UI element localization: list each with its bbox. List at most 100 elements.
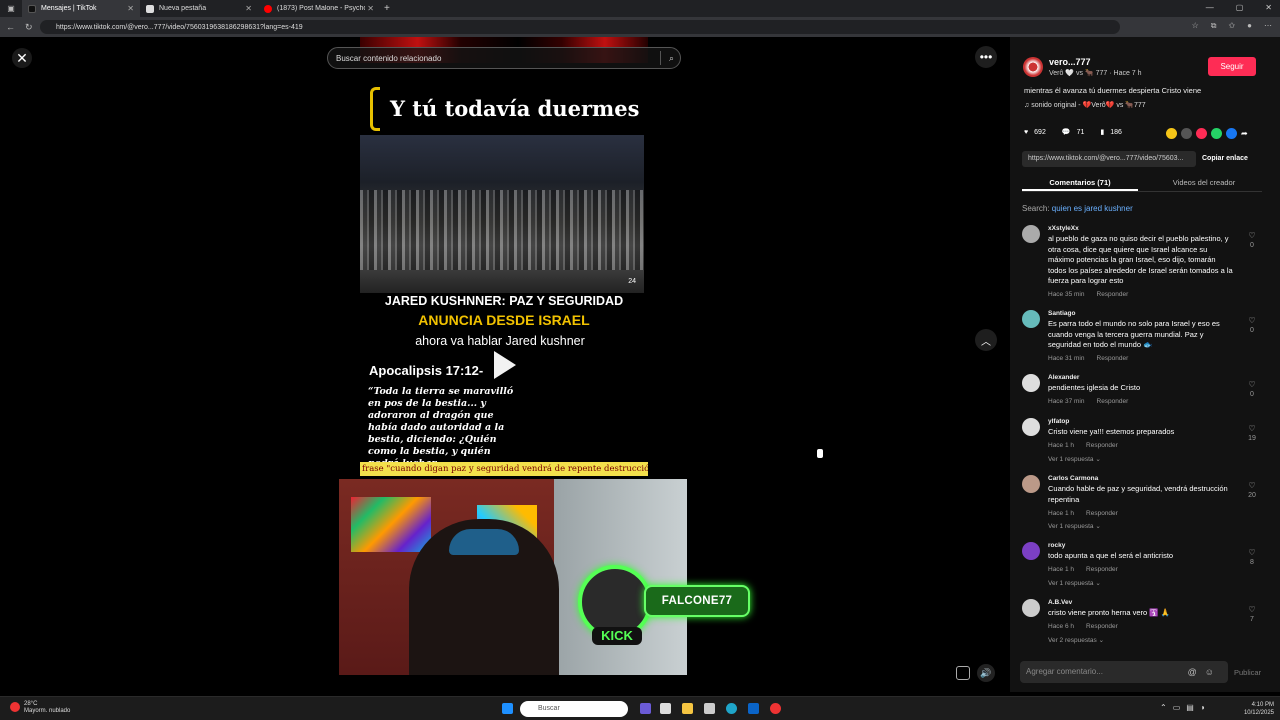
view-replies-button[interactable]: Ver 1 respuesta ⌄: [1048, 522, 1101, 530]
facebook-icon[interactable]: [1226, 128, 1237, 139]
reload-icon[interactable]: ↻: [25, 22, 33, 33]
reply-button[interactable]: Responder: [1097, 355, 1129, 362]
browser-tab-new[interactable]: Nueva pestaña ✕: [140, 0, 258, 17]
follow-button[interactable]: Seguir: [1208, 57, 1256, 76]
minimize-icon[interactable]: —: [1206, 3, 1214, 12]
store-icon[interactable]: [704, 703, 715, 714]
close-tab-icon[interactable]: ✕: [127, 4, 134, 13]
volume-button[interactable]: 🔊: [977, 664, 995, 682]
close-icon: ✕: [16, 49, 28, 66]
reply-button[interactable]: Responder: [1086, 566, 1118, 573]
previous-video-button[interactable]: ︿: [975, 329, 997, 351]
whatsapp-icon[interactable]: [1211, 128, 1222, 139]
reply-button[interactable]: Responder: [1086, 623, 1118, 630]
teams-icon[interactable]: [640, 703, 651, 714]
close-tab-icon[interactable]: ✕: [245, 4, 252, 13]
close-window-icon[interactable]: ✕: [1265, 3, 1272, 12]
share-arrow-icon[interactable]: ➦: [1241, 128, 1252, 139]
view-replies-button[interactable]: Ver 2 respuestas ⌄: [1048, 636, 1104, 644]
system-tray[interactable]: ⌃▭▤◑: [1160, 703, 1211, 712]
star-icon[interactable]: ☆: [1192, 21, 1199, 31]
favorites-icon[interactable]: ✩: [1228, 21, 1235, 31]
play-icon[interactable]: [494, 351, 516, 379]
avatar[interactable]: [1022, 599, 1040, 617]
comment-input[interactable]: Agregar comentario... @☺: [1020, 661, 1228, 683]
heart-icon[interactable]: ♡: [1246, 548, 1258, 557]
view-replies-button[interactable]: Ver 1 respuesta ⌄: [1048, 455, 1101, 463]
browser-tab-youtube[interactable]: (1873) Post Malone - Psycho (Of... ✕: [258, 0, 380, 17]
app-icon[interactable]: [660, 703, 671, 714]
new-tab-button[interactable]: +: [384, 3, 390, 14]
avatar[interactable]: [1022, 542, 1040, 560]
view-replies-button[interactable]: Ver 1 respuesta ⌄: [1048, 579, 1101, 587]
outlook-icon[interactable]: [748, 703, 759, 714]
avatar[interactable]: [1022, 310, 1040, 328]
reply-button[interactable]: Responder: [1097, 398, 1129, 405]
video-description: mientras él avanza tú duermes despierta …: [1024, 86, 1202, 95]
browser-menu-icon[interactable]: ▣: [0, 0, 22, 17]
comment-user[interactable]: Carlos Carmona: [1048, 475, 1098, 482]
tab-comments[interactable]: Comentarios (71): [1022, 178, 1138, 191]
extensions-icon[interactable]: ⧉: [1211, 21, 1217, 31]
comment-user[interactable]: Santiago: [1048, 310, 1075, 317]
close-video-button[interactable]: ✕: [12, 48, 32, 68]
comment-user[interactable]: ylfatop: [1048, 418, 1069, 425]
chrome-icon[interactable]: [770, 703, 781, 714]
back-icon[interactable]: ←: [6, 22, 15, 32]
heart-icon[interactable]: ♡: [1246, 605, 1258, 614]
heart-icon[interactable]: ♡: [1246, 316, 1258, 325]
send-icon[interactable]: [1196, 128, 1207, 139]
like-stat[interactable]: ♥ 692: [1024, 129, 1046, 136]
search-suggestion[interactable]: Search: quien es jared kushner: [1022, 204, 1133, 213]
comment-user[interactable]: A.B.Vev: [1048, 599, 1072, 606]
heart-icon[interactable]: ♡: [1246, 231, 1258, 240]
edge-icon[interactable]: [726, 703, 737, 714]
search-icon[interactable]: ⌕: [660, 51, 674, 65]
coin-icon[interactable]: [1166, 128, 1177, 139]
heart-icon[interactable]: ♡: [1246, 380, 1258, 389]
heart-icon[interactable]: ♡: [1246, 481, 1258, 490]
avatar[interactable]: [1022, 475, 1040, 493]
publish-button[interactable]: Publicar: [1234, 668, 1261, 677]
author-name[interactable]: vero...777: [1049, 57, 1091, 67]
ellipsis-icon: •••: [979, 50, 993, 64]
maximize-icon[interactable]: ▢: [1236, 3, 1244, 12]
sound-link[interactable]: ♫ sonido original - 💔Verô💔 vs 🐂777: [1024, 101, 1146, 109]
video-frame[interactable]: Y tú todavía duermes 24 JARED KUSHNNER: …: [360, 37, 648, 482]
reply-button[interactable]: Responder: [1086, 442, 1118, 449]
pip-icon[interactable]: [956, 666, 970, 680]
folder-icon[interactable]: [682, 703, 693, 714]
start-icon[interactable]: [502, 703, 513, 714]
comment-item: ylfatop Cristo viene ya!!! estemos prepa…: [1022, 418, 1260, 468]
more-options-button[interactable]: •••: [975, 46, 997, 68]
reply-button[interactable]: Responder: [1097, 291, 1129, 298]
mention-emoji-icons[interactable]: @☺: [1188, 661, 1222, 683]
related-search-bar[interactable]: Buscar contenido relacionado ⌕: [327, 47, 681, 69]
close-tab-icon[interactable]: ✕: [367, 4, 374, 13]
profile-icon[interactable]: ●: [1247, 21, 1252, 31]
comment-stat[interactable]: 💬 71: [1062, 128, 1085, 137]
comment-likes: 0: [1250, 327, 1254, 334]
video-link-field[interactable]: https://www.tiktok.com/@vero...777/video…: [1022, 151, 1196, 167]
weather-widget[interactable]: 28°C Mayorm. nublado: [10, 701, 70, 715]
tab-creator-videos[interactable]: Videos del creador: [1146, 178, 1262, 187]
system-clock[interactable]: 4:10 PM 10/12/2025: [1238, 701, 1274, 717]
comment-time: Hace 1 h: [1048, 442, 1075, 449]
url-field[interactable]: https://www.tiktok.com/@vero...777/video…: [40, 20, 1120, 34]
browser-tab-tiktok[interactable]: Mensajes | TikTok ✕: [22, 0, 140, 17]
comment-user[interactable]: Alexander: [1048, 374, 1079, 381]
avatar[interactable]: [1022, 374, 1040, 392]
avatar[interactable]: [1022, 418, 1040, 436]
heart-icon[interactable]: ♡: [1246, 424, 1258, 433]
save-stat[interactable]: ▮ 186: [1100, 128, 1122, 137]
author-avatar[interactable]: [1023, 57, 1043, 77]
embed-icon[interactable]: [1181, 128, 1192, 139]
search-suggestion-query[interactable]: quien es jared kushner: [1052, 204, 1133, 213]
comment-user[interactable]: xXstyleXx: [1048, 225, 1079, 232]
avatar[interactable]: [1022, 225, 1040, 243]
browser-more-icon[interactable]: ⋯: [1264, 21, 1272, 31]
comment-user[interactable]: rocky: [1048, 542, 1065, 549]
taskbar-search[interactable]: Buscar: [520, 701, 628, 717]
reply-button[interactable]: Responder: [1086, 510, 1118, 517]
copy-link-button[interactable]: Copiar enlace: [1202, 151, 1248, 167]
